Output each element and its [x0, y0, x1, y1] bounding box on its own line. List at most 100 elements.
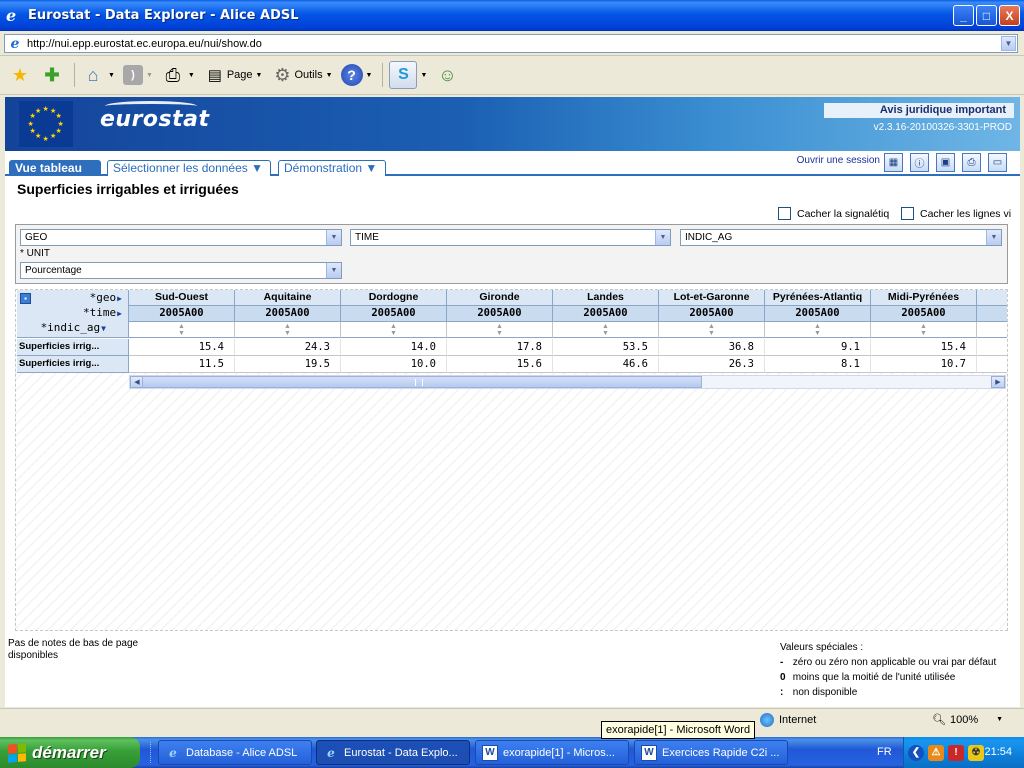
sort-arrows-icon[interactable]: ▲▼ [553, 322, 659, 338]
table-cell[interactable] [977, 339, 1007, 356]
table-cell[interactable]: 9.1 [765, 339, 871, 356]
print-icon[interactable]: ⎙ [962, 153, 981, 172]
folder-icon[interactable]: ▭ [988, 153, 1007, 172]
maximize-button[interactable]: □ [976, 5, 997, 26]
favorites-button[interactable]: ★ [8, 60, 32, 90]
info-icon[interactable]: ⓘ [910, 153, 929, 172]
window-title-bar[interactable]: e Eurostat - Data Explorer - Alice ADSL … [0, 0, 1024, 31]
home-button[interactable]: ⌂ ▼ [81, 60, 115, 90]
row-header[interactable]: Superficies irrig... [17, 339, 129, 356]
language-indicator[interactable]: FR [877, 746, 892, 758]
scroll-right-button[interactable]: ▶ [991, 376, 1005, 388]
unit-select[interactable]: Pourcentage ▼ [20, 262, 342, 279]
page-menu-button[interactable]: ▤ Page ▼ [203, 60, 263, 90]
sort-arrows-icon[interactable]: ▲▼ [659, 322, 765, 338]
dimension-filters: GEO ▼ TIME ▼ INDIC_AG ▼ * UNIT Pourcentage ▼ [15, 224, 1008, 284]
tab-demonstration[interactable]: Démonstration ▼ [278, 160, 386, 176]
tray-expand-icon[interactable]: ❮ [908, 744, 924, 761]
tab-table-view[interactable]: Vue tableau ▼ [9, 160, 101, 190]
hide-rows-option[interactable]: Cacher les lignes vi [901, 207, 1020, 220]
table-cell[interactable]: 19.5 [235, 356, 341, 373]
indic-dimension-header[interactable]: *indic_ag▼ [41, 321, 106, 334]
table-cell[interactable]: 26.3 [659, 356, 765, 373]
help-button[interactable]: ? ▼ [340, 60, 372, 90]
clock[interactable]: 21:54 [984, 746, 1012, 758]
task-label: Eurostat - Data Explo... [344, 746, 458, 759]
indic-select[interactable]: INDIC_AG ▼ [680, 229, 1002, 246]
address-field[interactable]: e http://nui.epp.eurostat.ec.europa.eu/n… [4, 34, 1018, 53]
save-icon[interactable]: ▣ [936, 153, 955, 172]
print-button[interactable]: ⎙ ▼ [161, 60, 195, 90]
column-header[interactable]: Aquitaine [235, 290, 341, 306]
table-cell[interactable]: 24.3 [235, 339, 341, 356]
legal-notice-link[interactable]: Avis juridique important [824, 103, 1014, 118]
column-header[interactable]: Pyrénées-Atlantiq [765, 290, 871, 306]
table-cell[interactable]: 17.8 [447, 339, 553, 356]
sort-arrows-icon[interactable]: ▲▼ [341, 322, 447, 338]
table-cell[interactable]: 11.5 [129, 356, 235, 373]
sort-arrows-icon[interactable]: ▲▼ [871, 322, 977, 338]
security-shield-icon[interactable]: ! [948, 744, 964, 761]
column-header[interactable]: Sud-Ouest [129, 290, 235, 306]
column-header[interactable]: Midi-Pyrénées [871, 290, 977, 306]
hide-rows-checkbox[interactable] [901, 207, 914, 220]
zoom-control[interactable]: 🔍︎ 100% ▼ [932, 713, 1003, 727]
row-header[interactable]: Superficies irrig... [17, 356, 129, 373]
column-header[interactable]: Gironde [447, 290, 553, 306]
geo-select[interactable]: GEO ▼ [20, 229, 342, 246]
table-settings-icon[interactable]: ▪ [20, 293, 31, 304]
table-view-icon[interactable]: ▦ [884, 153, 903, 172]
taskbar-item-eurostat[interactable]: e Eurostat - Data Explo... [316, 740, 470, 765]
sort-arrows-icon[interactable]: ▲▼ [235, 322, 341, 338]
column-header[interactable]: 2 [977, 290, 1007, 306]
sort-arrows-icon[interactable]: ▲▼ [447, 322, 553, 338]
sort-arrows-icon[interactable]: ▲▼ [765, 322, 871, 338]
messenger-button[interactable]: ☺ [435, 60, 459, 90]
hide-flags-option[interactable]: Cacher la signalétiq [778, 207, 898, 220]
time-select[interactable]: TIME ▼ [350, 229, 671, 246]
geo-dimension-header[interactable]: *geo▶ [90, 291, 122, 304]
security-zone[interactable]: Internet [760, 713, 816, 727]
zoom-icon: 🔍︎ [932, 714, 946, 726]
start-button[interactable]: démarrer [0, 737, 140, 768]
column-header[interactable]: Landes [553, 290, 659, 306]
table-cell[interactable]: 53.5 [553, 339, 659, 356]
tools-menu-button[interactable]: ⚙ Outils ▼ [270, 60, 332, 90]
add-favorite-button[interactable]: ✚ [40, 60, 64, 90]
taskbar-item-database[interactable]: e Database - Alice ADSL [158, 740, 312, 765]
column-header[interactable]: Lot-et-Garonne [659, 290, 765, 306]
table-cell[interactable]: 15.6 [447, 356, 553, 373]
taskbar-item-exercices[interactable]: W Exercices Rapide C2i ... [634, 740, 788, 765]
address-dropdown-button[interactable]: ▼ [1001, 36, 1016, 51]
table-cell[interactable] [977, 356, 1007, 373]
sort-arrows-icon[interactable]: ▲▼ [129, 322, 235, 338]
scrollbar-thumb[interactable] [142, 376, 702, 388]
eu-star-icon: ★ [50, 133, 57, 141]
tab-select-data[interactable]: Sélectionner les données ▼ [107, 160, 271, 176]
table-cell[interactable]: 10.0 [341, 356, 447, 373]
sort-arrows-icon[interactable]: ▲▼ [977, 322, 1007, 338]
close-button[interactable]: X [999, 5, 1020, 26]
table-cell[interactable]: 15.4 [871, 339, 977, 356]
table-cell[interactable]: 10.7 [871, 356, 977, 373]
tray-app-icon[interactable]: ⚠ [928, 744, 944, 761]
taskbar-item-exorapide[interactable]: Wexorapide[1] - Micros... [475, 740, 629, 765]
table-cell[interactable]: 15.4 [129, 339, 235, 356]
rss-feed-icon: ) [122, 65, 143, 85]
column-header[interactable]: Dordogne [341, 290, 447, 306]
column-period: 2005A00 [553, 306, 659, 322]
time-dimension-header[interactable]: *time▶ [83, 306, 122, 319]
table-cell[interactable]: 36.8 [659, 339, 765, 356]
minimize-button[interactable]: _ [953, 5, 974, 26]
tray-network-icon[interactable]: ☢ [968, 744, 984, 761]
toolbar-separator [74, 63, 75, 87]
table-cell[interactable]: 8.1 [765, 356, 871, 373]
address-url[interactable]: http://nui.epp.eurostat.ec.europa.eu/nui… [27, 38, 262, 50]
login-link[interactable]: Ouvrir une session [797, 155, 880, 166]
rss-button[interactable]: ) ▼ [122, 60, 153, 90]
table-cell[interactable]: 46.6 [553, 356, 659, 373]
hide-flags-checkbox[interactable] [778, 207, 791, 220]
table-cell[interactable]: 14.0 [341, 339, 447, 356]
skype-button[interactable]: S ▼ [389, 60, 427, 90]
horizontal-scrollbar[interactable]: ◀ ▶ [129, 375, 1006, 389]
